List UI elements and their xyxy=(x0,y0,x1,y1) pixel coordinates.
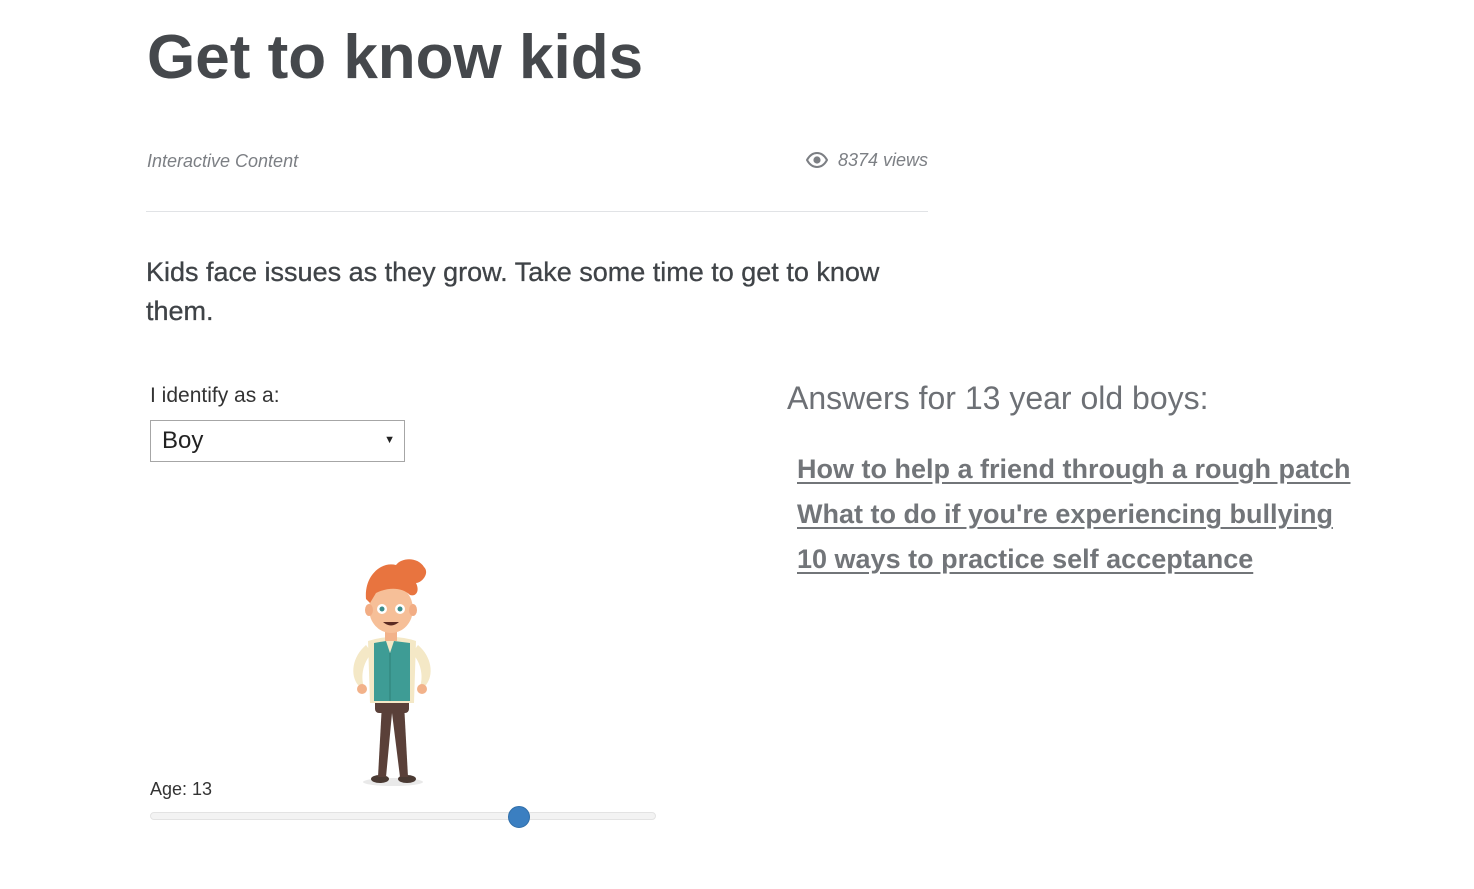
answer-link-bullying[interactable]: What to do if you're experiencing bullyi… xyxy=(797,499,1333,529)
view-count-text: 8374 views xyxy=(837,149,928,170)
chevron-down-icon: ▼ xyxy=(384,434,395,446)
gender-select-value: Boy xyxy=(162,427,204,454)
answers-list: How to help a friend through a rough pat… xyxy=(797,450,1350,585)
age-slider-track[interactable] xyxy=(150,812,656,820)
view-count: 8374 views xyxy=(804,148,928,172)
list-item: How to help a friend through a rough pat… xyxy=(797,450,1350,495)
list-item: 10 ways to practice self acceptance xyxy=(797,540,1350,585)
age-label: Age: 13 xyxy=(150,779,213,799)
answer-link-rough-patch[interactable]: How to help a friend through a rough pat… xyxy=(797,454,1350,484)
kid-illustration xyxy=(330,553,450,788)
answers-heading: Answers for 13 year old boys: xyxy=(787,380,1209,416)
intro-text: Kids face issues as they grow. Take some… xyxy=(146,257,880,326)
answer-link-self-acceptance[interactable]: 10 ways to practice self acceptance xyxy=(797,544,1253,574)
age-slider[interactable] xyxy=(150,806,656,828)
gender-select[interactable]: Boy ▼ xyxy=(150,420,405,462)
divider xyxy=(146,211,928,212)
identify-label: I identify as a: xyxy=(150,384,280,407)
age-slider-handle[interactable] xyxy=(508,806,531,828)
list-item: What to do if you're experiencing bullyi… xyxy=(797,495,1350,540)
eye-icon xyxy=(805,152,828,168)
content-type-label: Interactive Content xyxy=(147,151,299,171)
page-title: Get to know kids xyxy=(147,23,644,92)
